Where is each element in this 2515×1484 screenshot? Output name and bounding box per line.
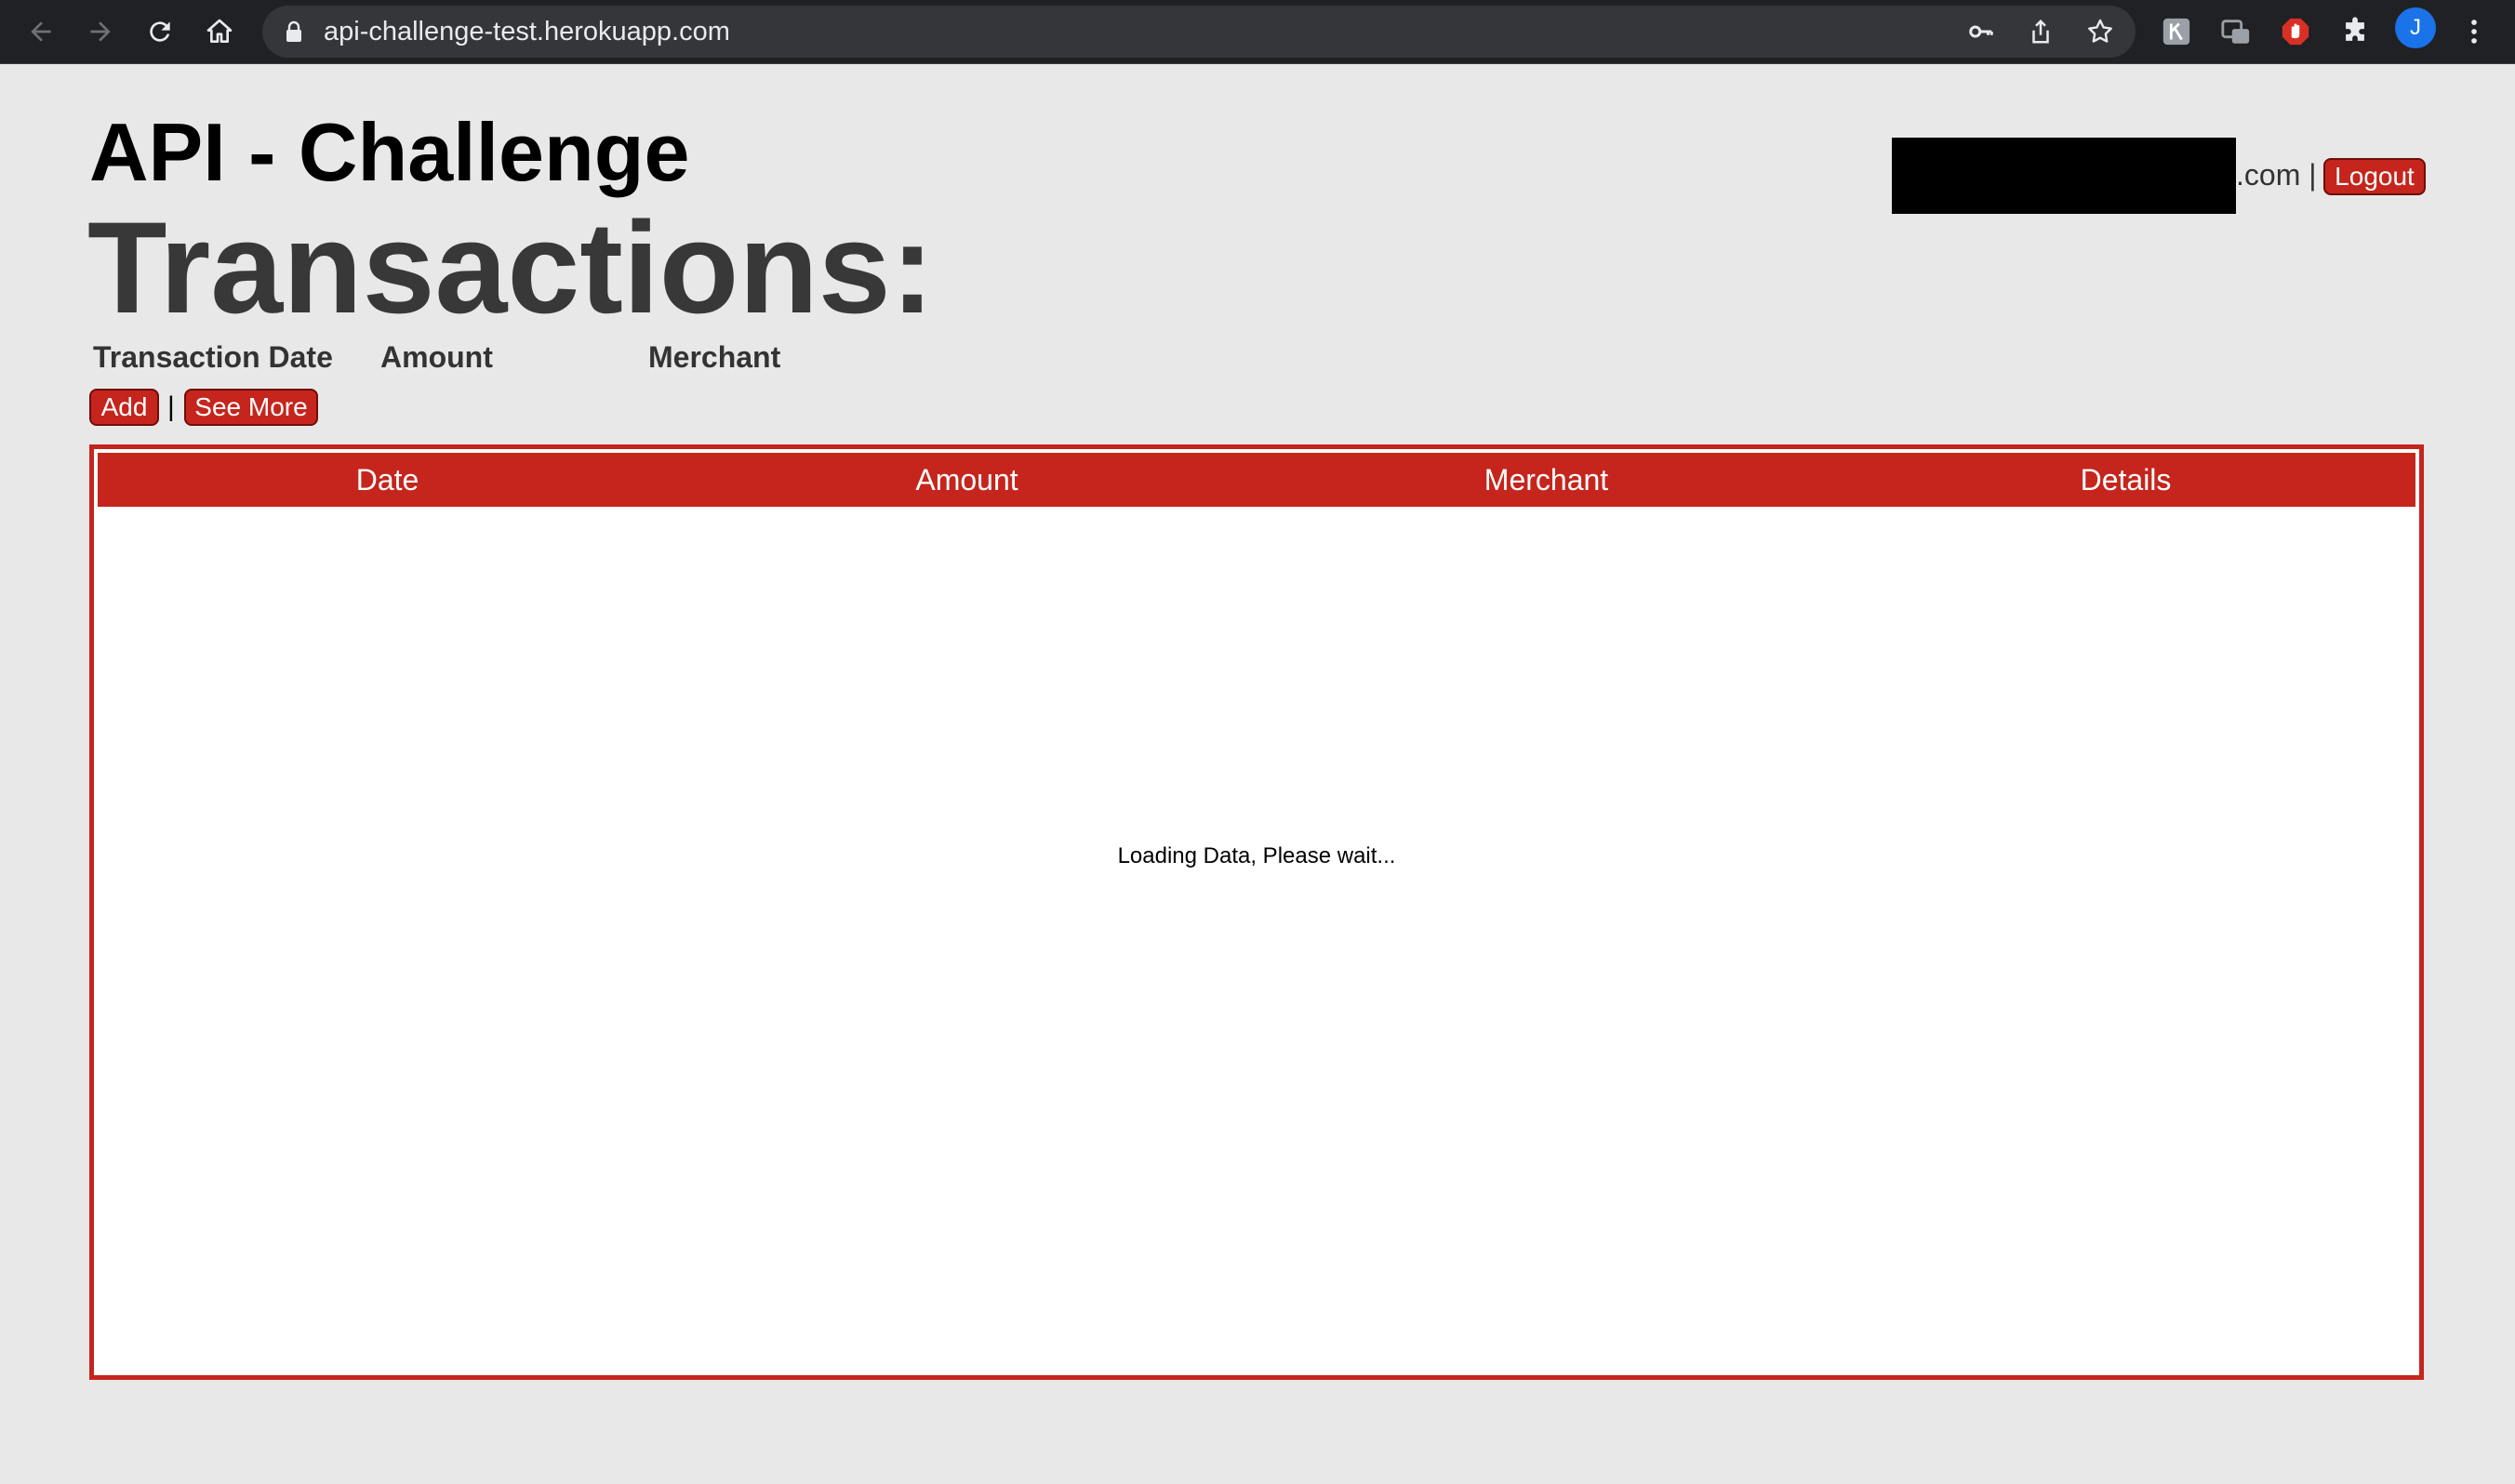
- browser-toolbar: api-challenge-test.herokuapp.com J: [0, 0, 2515, 64]
- redacted-email-block: [1892, 138, 2236, 214]
- back-icon[interactable]: [19, 9, 63, 54]
- reload-icon[interactable]: [138, 9, 182, 54]
- see-more-button[interactable]: See More: [184, 389, 318, 426]
- share-icon[interactable]: [2024, 15, 2057, 48]
- transactions-table: Date Amount Merchant Details Loading Dat…: [89, 444, 2424, 1380]
- bookmark-star-icon[interactable]: [2083, 15, 2117, 48]
- profile-avatar[interactable]: J: [2395, 7, 2436, 48]
- loading-status-text: Loading Data, Please wait...: [1117, 843, 1396, 868]
- extension-two-icon[interactable]: [2216, 11, 2256, 52]
- action-separator: |: [167, 391, 175, 422]
- user-email-suffix: .com |: [2236, 158, 2317, 192]
- page-heading: Transactions:: [87, 194, 935, 340]
- forward-icon[interactable]: [78, 9, 123, 54]
- extension-one-icon[interactable]: [2156, 11, 2197, 52]
- app-title: API - Challenge: [89, 106, 690, 198]
- address-bar[interactable]: api-challenge-test.herokuapp.com: [262, 6, 2136, 58]
- add-button[interactable]: Add: [89, 389, 159, 426]
- column-header-amount[interactable]: Amount: [677, 453, 1257, 507]
- browser-menu-icon[interactable]: [2454, 11, 2495, 52]
- filter-amount-label[interactable]: Amount: [380, 338, 493, 376]
- key-icon[interactable]: [1964, 15, 1998, 48]
- lock-icon: [285, 20, 303, 47]
- table-header-row: Date Amount Merchant Details: [98, 453, 2415, 507]
- filter-transaction-date-label[interactable]: Transaction Date: [93, 338, 333, 376]
- column-header-merchant[interactable]: Merchant: [1257, 453, 1836, 507]
- column-header-date[interactable]: Date: [98, 453, 677, 507]
- extensions-puzzle-icon[interactable]: [2335, 11, 2375, 52]
- logout-button[interactable]: Logout: [2323, 158, 2426, 195]
- adblock-icon[interactable]: [2275, 11, 2316, 52]
- url-text: api-challenge-test.herokuapp.com: [324, 17, 730, 46]
- column-header-details[interactable]: Details: [1836, 453, 2415, 507]
- filter-merchant-label[interactable]: Merchant: [648, 338, 780, 376]
- home-icon[interactable]: [197, 9, 242, 54]
